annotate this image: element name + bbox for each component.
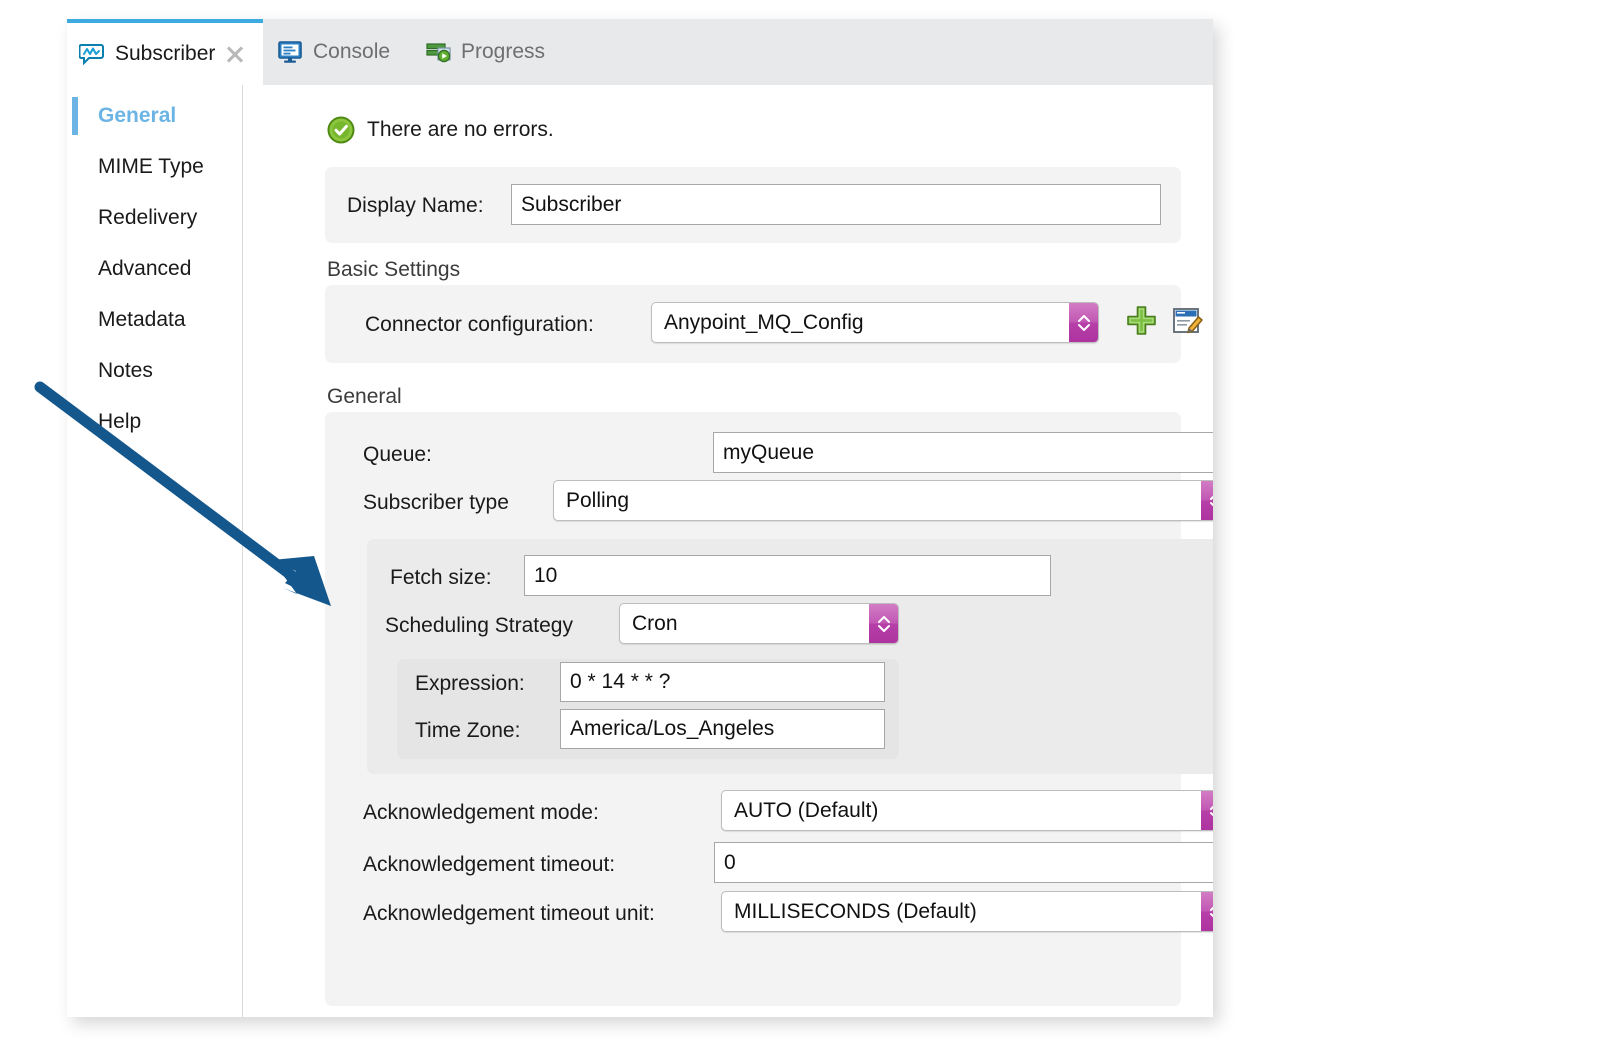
basic-settings-panel: Connector configuration: Anypoint_MQ_Con…	[325, 285, 1181, 363]
console-monitor-icon	[277, 39, 303, 65]
close-icon[interactable]	[225, 44, 245, 64]
basic-settings-title: Basic Settings	[327, 258, 460, 282]
acknowledgement-mode-select[interactable]: AUTO (Default)	[721, 790, 1213, 831]
sidebar-item-label: Metadata	[98, 308, 186, 332]
fetch-size-label: Fetch size:	[390, 566, 492, 590]
acknowledgement-timeout-input[interactable]: 0	[714, 842, 1213, 883]
display-name-input[interactable]: Subscriber	[511, 184, 1161, 225]
general-panel: Queue: myQueue Subscriber type Polling	[325, 412, 1181, 1006]
sidebar-item-notes[interactable]: Notes	[67, 350, 242, 392]
acknowledgement-timeout-unit-value: MILLISECONDS (Default)	[734, 900, 977, 924]
validation-status: There are no errors.	[327, 116, 554, 144]
subscriber-type-select[interactable]: Polling	[553, 480, 1213, 521]
chevron-down-icon	[1209, 912, 1213, 921]
queue-input[interactable]: myQueue	[713, 432, 1213, 473]
subscriber-type-label: Subscriber type	[363, 491, 509, 515]
stepper-icon[interactable]	[1201, 891, 1213, 932]
progress-bars-icon	[425, 39, 451, 65]
sidebar-item-label: MIME Type	[98, 155, 204, 179]
success-check-icon	[327, 116, 355, 144]
plus-green-icon[interactable]	[1125, 304, 1158, 337]
editor-tab-bar: Subscriber Console	[67, 19, 1213, 85]
polling-settings-panel: Fetch size: 10 Scheduling Strategy Cron	[367, 539, 1213, 774]
properties-sidebar: General MIME Type Redelivery Advanced Me…	[67, 85, 243, 1017]
subscriber-type-value: Polling	[566, 489, 629, 513]
acknowledgement-mode-value: AUTO (Default)	[734, 799, 878, 823]
time-zone-input[interactable]: America/Los_Angeles	[560, 709, 885, 749]
screenshot-canvas: Subscriber Console	[0, 0, 1600, 1064]
chevron-up-icon	[1209, 903, 1213, 912]
cron-settings-panel: Expression: 0 * 14 * * ? Time Zone: Amer…	[397, 659, 899, 759]
fetch-size-input[interactable]: 10	[524, 555, 1051, 596]
tab-console-label: Console	[313, 40, 390, 64]
stepper-icon[interactable]	[869, 603, 899, 644]
editor-body: General MIME Type Redelivery Advanced Me…	[67, 85, 1213, 1017]
scheduling-strategy-value: Cron	[632, 612, 678, 636]
display-name-label: Display Name:	[347, 194, 484, 218]
edit-pencil-icon[interactable]	[1171, 304, 1204, 337]
expression-input[interactable]: 0 * 14 * * ?	[560, 662, 885, 702]
sidebar-item-label: Redelivery	[98, 206, 197, 230]
sidebar-item-metadata[interactable]: Metadata	[67, 299, 242, 341]
sidebar-item-advanced[interactable]: Advanced	[67, 248, 242, 290]
expression-label: Expression:	[415, 672, 525, 696]
properties-editor-window: Subscriber Console	[67, 19, 1213, 1017]
chevron-down-icon	[1209, 501, 1213, 510]
sidebar-item-help[interactable]: Help	[67, 401, 242, 443]
chevron-up-icon	[1209, 802, 1213, 811]
sidebar-item-general[interactable]: General	[67, 95, 242, 137]
scheduling-strategy-label: Scheduling Strategy	[385, 614, 573, 638]
tab-progress[interactable]: Progress	[425, 19, 545, 85]
connector-configuration-label: Connector configuration:	[365, 313, 594, 337]
connector-configuration-value: Anypoint_MQ_Config	[664, 311, 864, 335]
properties-content: There are no errors. Display Name: Subsc…	[243, 85, 1213, 1017]
chevron-up-icon	[1209, 492, 1213, 501]
sidebar-item-redelivery[interactable]: Redelivery	[67, 197, 242, 239]
tab-progress-label: Progress	[461, 40, 545, 64]
sidebar-item-label: Notes	[98, 359, 153, 383]
connector-configuration-select[interactable]: Anypoint_MQ_Config	[651, 302, 1099, 343]
scheduling-strategy-select[interactable]: Cron	[619, 603, 899, 644]
chevron-down-icon	[877, 624, 891, 633]
chevron-up-icon	[877, 615, 891, 624]
tab-subscriber-label: Subscriber	[115, 42, 215, 66]
sidebar-item-label: Advanced	[98, 257, 191, 281]
chevron-down-icon	[1077, 323, 1091, 332]
acknowledgement-mode-label: Acknowledgement mode:	[363, 801, 599, 825]
sidebar-item-label: Help	[98, 410, 141, 434]
acknowledgement-timeout-unit-select[interactable]: MILLISECONDS (Default)	[721, 891, 1213, 932]
acknowledgement-timeout-unit-label: Acknowledgement timeout unit:	[363, 902, 655, 926]
queue-label: Queue:	[363, 443, 432, 467]
tab-console[interactable]: Console	[277, 19, 390, 85]
stepper-icon[interactable]	[1069, 302, 1099, 343]
general-title: General	[327, 385, 402, 409]
validation-status-text: There are no errors.	[367, 118, 554, 142]
sidebar-item-label: General	[98, 104, 176, 128]
stepper-icon[interactable]	[1201, 480, 1213, 521]
sidebar-item-mime-type[interactable]: MIME Type	[67, 146, 242, 188]
stepper-icon[interactable]	[1201, 790, 1213, 831]
chevron-down-icon	[1209, 811, 1213, 820]
acknowledgement-timeout-label: Acknowledgement timeout:	[363, 853, 615, 877]
tab-subscriber[interactable]: Subscriber	[67, 19, 263, 85]
chevron-up-icon	[1077, 314, 1091, 323]
display-name-panel: Display Name: Subscriber	[325, 167, 1181, 243]
time-zone-label: Time Zone:	[415, 719, 520, 743]
mule-message-icon	[79, 41, 105, 67]
